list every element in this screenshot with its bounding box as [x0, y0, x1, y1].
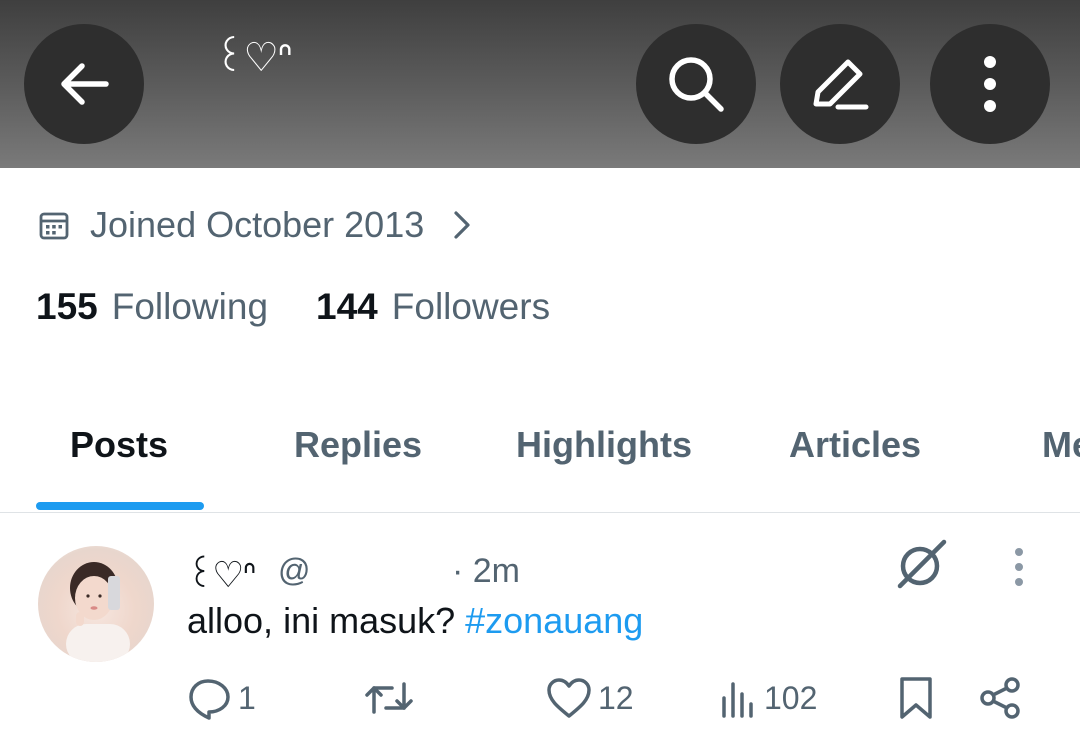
chevron-right-icon: [454, 211, 470, 239]
compose-icon: [813, 59, 869, 110]
share-button[interactable]: [978, 674, 1024, 722]
follow-stats: 155 Following 144 Followers: [36, 286, 550, 328]
post-text: alloo, ini masuk? #zonauang: [187, 600, 643, 642]
like-button[interactable]: 12: [546, 674, 634, 722]
view-count: 102: [764, 679, 818, 716]
post-author-name[interactable]: ꒰♡ᐢ: [186, 548, 256, 596]
profile-header: ꒰♡ᐢ: [0, 0, 1080, 168]
followers-link[interactable]: 144 Followers: [316, 286, 550, 328]
compose-button[interactable]: [780, 24, 900, 144]
post-author-handle[interactable]: @: [278, 552, 310, 589]
heart-icon: [547, 678, 591, 718]
post-more-icon[interactable]: [1004, 546, 1034, 588]
profile-tabs: Posts Replies Highlights Articles Me: [0, 400, 1080, 513]
more-vertical-icon: [984, 56, 996, 112]
share-icon: [980, 677, 1020, 719]
following-link[interactable]: 155 Following: [36, 286, 268, 328]
search-button[interactable]: [636, 24, 756, 144]
repost-button[interactable]: [364, 674, 420, 722]
calendar-icon: [39, 212, 69, 240]
views-icon: [722, 682, 753, 718]
tab-media[interactable]: Me: [1042, 424, 1080, 466]
header-display-name: ꒰♡ᐢ: [214, 35, 293, 81]
back-button[interactable]: [24, 24, 144, 144]
like-count: 12: [598, 679, 634, 716]
grok-icon[interactable]: [892, 536, 952, 592]
post-body: alloo, ini masuk?: [187, 600, 466, 641]
views-button[interactable]: 102: [718, 674, 817, 722]
search-icon: [669, 57, 724, 112]
followers-count: 144: [316, 286, 378, 327]
reply-icon: [189, 679, 230, 720]
back-arrow-icon: [61, 63, 109, 105]
more-options-button[interactable]: [930, 24, 1050, 144]
reply-button[interactable]: 1: [188, 674, 256, 722]
followers-label: Followers: [391, 286, 551, 327]
bookmark-button[interactable]: [896, 674, 936, 722]
tab-highlights[interactable]: Highlights: [516, 424, 692, 466]
avatar[interactable]: [38, 546, 154, 662]
post-timestamp[interactable]: · 2m: [452, 552, 520, 591]
joined-date-row[interactable]: Joined October 2013: [38, 200, 472, 250]
following-label: Following: [111, 286, 269, 327]
avatar-image: [66, 562, 130, 662]
tab-replies[interactable]: Replies: [294, 424, 422, 466]
tab-articles[interactable]: Articles: [789, 424, 921, 466]
reply-count: 1: [238, 679, 256, 716]
post-hashtag[interactable]: #zonauang: [465, 600, 643, 641]
joined-date-text: Joined October 2013: [90, 204, 425, 245]
tab-posts[interactable]: Posts: [70, 424, 168, 466]
active-tab-indicator: [36, 502, 204, 510]
bookmark-icon: [900, 677, 932, 719]
following-count: 155: [36, 286, 98, 327]
repost-icon: [365, 682, 413, 714]
